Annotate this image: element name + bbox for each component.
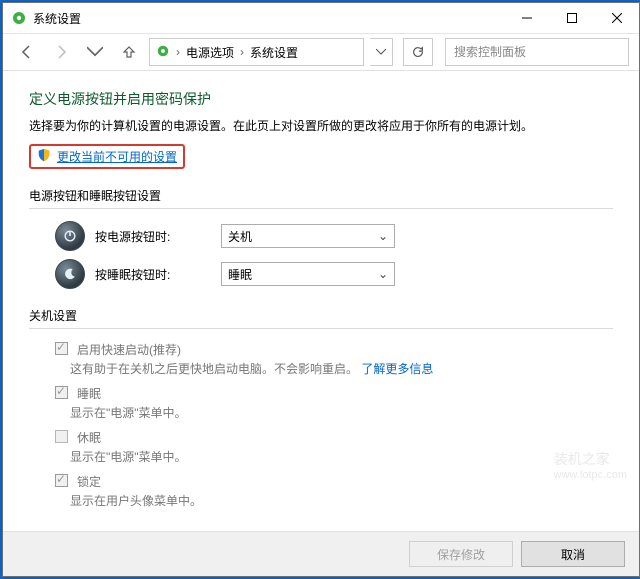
navbar: › 电源选项 › 系统设置 <box>3 34 639 71</box>
change-unavailable-link[interactable]: 更改当前不可用的设置 <box>29 144 185 169</box>
checkbox-sub: 显示在"电源"菜单中。 <box>70 404 613 421</box>
address-icon <box>156 44 170 61</box>
checkbox-label: 锁定 <box>77 473 101 490</box>
divider <box>29 328 613 329</box>
chevron-right-icon: › <box>240 45 244 59</box>
checkbox-sub: 显示在"电源"菜单中。 <box>70 448 613 465</box>
page-heading: 定义电源按钮并启用密码保护 <box>29 89 613 109</box>
sleep-icon <box>55 259 85 289</box>
cancel-button[interactable]: 取消 <box>521 541 625 567</box>
checkbox-sub: 显示在用户头像菜单中。 <box>70 492 613 509</box>
chevron-down-icon: ⌄ <box>378 267 388 281</box>
recent-dropdown[interactable] <box>81 38 109 66</box>
learn-more-link[interactable]: 了解更多信息 <box>361 362 433 376</box>
change-unavailable-label: 更改当前不可用的设置 <box>57 148 177 165</box>
minimize-button[interactable] <box>504 3 549 33</box>
search-box[interactable] <box>445 38 629 66</box>
power-button-row-combo[interactable]: 关机⌄ <box>221 224 395 248</box>
shield-icon <box>37 148 51 165</box>
sleep-button-row-combo[interactable]: 睡眠⌄ <box>221 262 395 286</box>
power-icon <box>55 221 85 251</box>
address-dropdown[interactable] <box>370 38 393 66</box>
sleep-button-row: 按睡眠按钮时: 睡眠⌄ <box>55 259 613 289</box>
forward-button[interactable] <box>47 38 75 66</box>
checkbox-label: 启用快速启动(推荐) <box>77 341 181 358</box>
refresh-button[interactable] <box>403 38 433 66</box>
checkbox-sub: 这有助于在关机之后更快地启动电脑。不会影响重启。 了解更多信息 <box>70 360 613 377</box>
chevron-down-icon: ⌄ <box>378 229 388 243</box>
content-area: 定义电源按钮并启用密码保护 选择要为你的计算机设置的电源设置。在此页上对设置所做… <box>3 71 639 531</box>
hibernate-checkbox[interactable] <box>55 430 68 443</box>
titlebar: 系统设置 <box>3 3 639 34</box>
app-icon <box>11 10 27 26</box>
row-label: 按电源按钮时: <box>95 228 205 245</box>
settings-window: 系统设置 › 电源选项 › 系统设置 定义电源按钮并启用密码保护 选择要为你的计… <box>2 2 640 577</box>
address-bar[interactable]: › 电源选项 › 系统设置 <box>149 38 364 66</box>
lock-checkbox[interactable] <box>55 474 68 487</box>
back-button[interactable] <box>13 38 41 66</box>
breadcrumb-level2[interactable]: 系统设置 <box>250 44 298 61</box>
buttons-section-title: 电源按钮和睡眠按钮设置 <box>29 187 613 204</box>
checkbox-hibernate[interactable]: 休眠 <box>51 429 613 446</box>
window-controls <box>504 3 639 33</box>
page-description: 选择要为你的计算机设置的电源设置。在此页上对设置所做的更改将应用于你所有的电源计… <box>29 117 613 134</box>
checkbox-label: 睡眠 <box>77 385 101 402</box>
save-button[interactable]: 保存修改 <box>409 541 513 567</box>
search-input[interactable] <box>452 44 622 60</box>
maximize-button[interactable] <box>549 3 594 33</box>
row-label: 按睡眠按钮时: <box>95 266 205 283</box>
window-title: 系统设置 <box>33 10 504 27</box>
footer: 保存修改 取消 <box>3 531 639 576</box>
checkbox-sleep-opt[interactable]: 睡眠 <box>51 385 613 402</box>
up-button[interactable] <box>115 38 143 66</box>
checkbox-lock[interactable]: 锁定 <box>51 473 613 490</box>
power-button-row: 按电源按钮时: 关机⌄ <box>55 221 613 251</box>
fast-startup-checkbox[interactable] <box>55 342 68 355</box>
divider <box>29 208 613 209</box>
checkbox-label: 休眠 <box>77 429 101 446</box>
shutdown-section-title: 关机设置 <box>29 307 613 324</box>
checkbox-fast-startup[interactable]: 启用快速启动(推荐) <box>51 341 613 358</box>
chevron-right-icon: › <box>176 45 180 59</box>
sleep-opt-checkbox[interactable] <box>55 386 68 399</box>
breadcrumb-level1[interactable]: 电源选项 <box>186 44 234 61</box>
close-button[interactable] <box>594 3 639 33</box>
